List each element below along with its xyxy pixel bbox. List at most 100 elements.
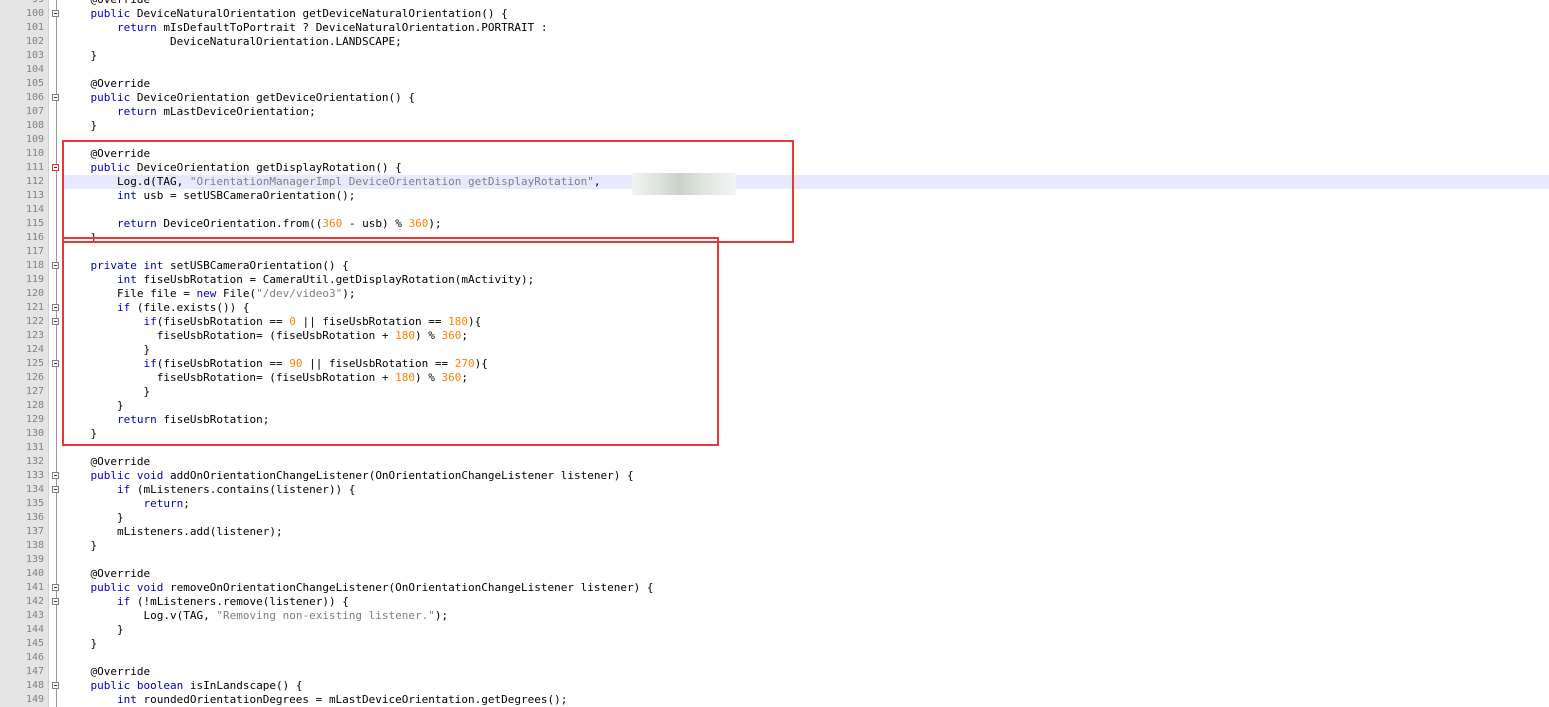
fold-margin [49, 105, 63, 119]
code-line[interactable]: 145 } [0, 637, 1549, 651]
code-text: } [64, 119, 98, 132]
code-text: return; [143, 497, 190, 510]
fold-margin [49, 483, 63, 497]
code-text: @Override [64, 455, 151, 468]
code-line[interactable]: 149 int roundedOrientationDegrees = mLas… [0, 693, 1549, 707]
line-number: 126 [0, 371, 49, 385]
code-line[interactable]: 146 [0, 651, 1549, 665]
code-line[interactable]: 137 mListeners.add(listener); [0, 525, 1549, 539]
fold-margin [49, 679, 63, 693]
fold-toggle-icon[interactable] [52, 262, 59, 269]
code-string: "Removing non-existing listener." [216, 609, 435, 622]
code-line[interactable]: 135 return; [0, 497, 1549, 511]
fold-margin [49, 371, 63, 385]
fold-toggle-icon[interactable] [52, 304, 59, 311]
code-line[interactable]: 100 public DeviceNaturalOrientation getD… [0, 7, 1549, 21]
fold-margin [49, 315, 63, 329]
code-text: return mLastDeviceOrientation; [116, 105, 316, 118]
code-text: mListeners.add(listener); [116, 525, 283, 538]
fold-margin [49, 357, 63, 371]
code-text: return mIsDefaultToPortrait ? DeviceNatu… [116, 21, 548, 34]
line-number: 142 [0, 595, 49, 609]
code-line[interactable]: 132 @Override [0, 455, 1549, 469]
fold-toggle-icon[interactable] [52, 164, 59, 171]
fold-toggle-icon[interactable] [52, 10, 59, 17]
code-line[interactable]: 147 @Override [0, 665, 1549, 679]
code-line[interactable]: 108 } [0, 119, 1549, 133]
code-line[interactable]: 133 public void addOnOrientationChangeLi… [0, 469, 1549, 483]
code-text: } [64, 49, 98, 62]
code-line[interactable]: 103 } [0, 49, 1549, 63]
line-number: 99 [0, 0, 49, 7]
line-number: 135 [0, 497, 49, 511]
fold-margin [49, 7, 63, 21]
fold-margin [49, 231, 63, 245]
line-number: 103 [0, 49, 49, 63]
fold-margin [49, 455, 63, 469]
code-line[interactable]: 102 DeviceNaturalOrientation.LANDSCAPE; [0, 35, 1549, 49]
fold-margin [49, 427, 63, 441]
fold-toggle-icon[interactable] [52, 360, 59, 367]
fold-margin [49, 287, 63, 301]
fold-margin [49, 161, 63, 175]
code-text: public void addOnOrientationChangeListen… [90, 469, 634, 482]
line-number: 108 [0, 119, 49, 133]
fold-toggle-icon[interactable] [52, 584, 59, 591]
code-text: public void removeOnOrientationChangeLis… [90, 581, 654, 594]
fold-margin [49, 399, 63, 413]
code-keyword: boolean [136, 679, 184, 692]
line-number: 113 [0, 189, 49, 203]
fold-margin [49, 133, 63, 147]
line-number: 137 [0, 525, 49, 539]
fold-margin [49, 567, 63, 581]
line-number: 114 [0, 203, 49, 217]
code-line[interactable]: 139 [0, 553, 1549, 567]
code-line[interactable]: 143 Log.v(TAG, "Removing non-existing li… [0, 609, 1549, 623]
code-keyword: if [116, 483, 131, 496]
code-line[interactable]: 148 public boolean isInLandscape() { [0, 679, 1549, 693]
fold-toggle-icon[interactable] [52, 598, 59, 605]
code-line[interactable]: 134 if (mListeners.contains(listener)) { [0, 483, 1549, 497]
code-line[interactable]: 140 @Override [0, 567, 1549, 581]
fold-toggle-icon[interactable] [52, 682, 59, 689]
fold-margin [49, 119, 63, 133]
line-number: 122 [0, 315, 49, 329]
fold-margin [49, 259, 63, 273]
code-text: } [64, 511, 124, 524]
code-line[interactable]: 106 public DeviceOrientation getDeviceOr… [0, 91, 1549, 105]
line-number: 116 [0, 231, 49, 245]
fold-toggle-icon[interactable] [52, 472, 59, 479]
code-line[interactable]: 142 if (!mListeners.remove(listener)) { [0, 595, 1549, 609]
line-number: 124 [0, 343, 49, 357]
code-line[interactable]: 136 } [0, 511, 1549, 525]
code-line[interactable]: 107 return mLastDeviceOrientation; [0, 105, 1549, 119]
line-number: 133 [0, 469, 49, 483]
line-number: 107 [0, 105, 49, 119]
code-line[interactable]: 99 @Override [0, 0, 1549, 7]
code-line[interactable]: 141 public void removeOnOrientationChang… [0, 581, 1549, 595]
fold-toggle-icon[interactable] [52, 318, 59, 325]
line-number: 127 [0, 385, 49, 399]
fold-margin [49, 245, 63, 259]
code-line[interactable]: 144 } [0, 623, 1549, 637]
fold-margin [49, 273, 63, 287]
fold-margin [49, 0, 63, 7]
line-number: 140 [0, 567, 49, 581]
fold-margin [49, 609, 63, 623]
code-line[interactable]: 105 @Override [0, 77, 1549, 91]
line-number: 129 [0, 413, 49, 427]
fold-toggle-icon[interactable] [52, 486, 59, 493]
line-number: 128 [0, 399, 49, 413]
line-number: 120 [0, 287, 49, 301]
fold-toggle-icon[interactable] [52, 94, 59, 101]
fold-margin [49, 329, 63, 343]
line-number: 139 [0, 553, 49, 567]
fold-margin [49, 651, 63, 665]
code-line[interactable]: 101 return mIsDefaultToPortrait ? Device… [0, 21, 1549, 35]
code-text: int roundedOrientationDegrees = mLastDev… [116, 693, 568, 706]
line-number: 123 [0, 329, 49, 343]
code-line[interactable]: 104 [0, 63, 1549, 77]
code-line[interactable]: 138 } [0, 539, 1549, 553]
